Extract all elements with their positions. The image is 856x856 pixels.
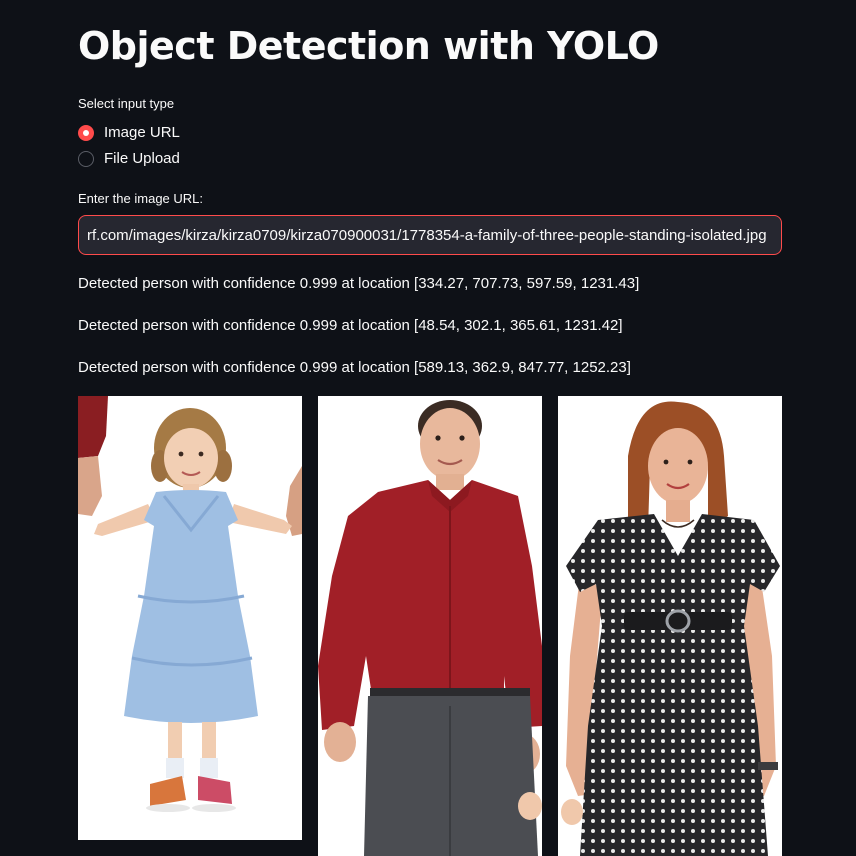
image-url-input[interactable] xyxy=(78,215,782,255)
radio-image-url[interactable]: Image URL xyxy=(78,124,180,141)
detection-crops xyxy=(78,396,782,856)
crop-image-girl xyxy=(78,396,302,840)
detection-result-3: Detected person with confidence 0.999 at… xyxy=(78,359,631,376)
radio-unselected-icon[interactable] xyxy=(78,150,94,167)
input-type-label: Select input type xyxy=(78,96,175,111)
detection-result-2: Detected person with confidence 0.999 at… xyxy=(78,317,623,334)
crop-image-man xyxy=(318,396,542,856)
url-field-label: Enter the image URL: xyxy=(78,191,204,206)
woman-illustration xyxy=(558,396,782,856)
page-title: Object Detection with YOLO xyxy=(78,24,659,68)
crop-image-woman xyxy=(558,396,782,856)
radio-image-url-label: Image URL xyxy=(104,124,180,141)
man-illustration xyxy=(318,396,542,856)
girl-illustration xyxy=(78,396,302,840)
radio-file-upload-label: File Upload xyxy=(104,150,180,167)
radio-file-upload[interactable]: File Upload xyxy=(78,150,180,167)
radio-selected-icon[interactable] xyxy=(78,124,94,141)
detection-result-1: Detected person with confidence 0.999 at… xyxy=(78,275,640,292)
